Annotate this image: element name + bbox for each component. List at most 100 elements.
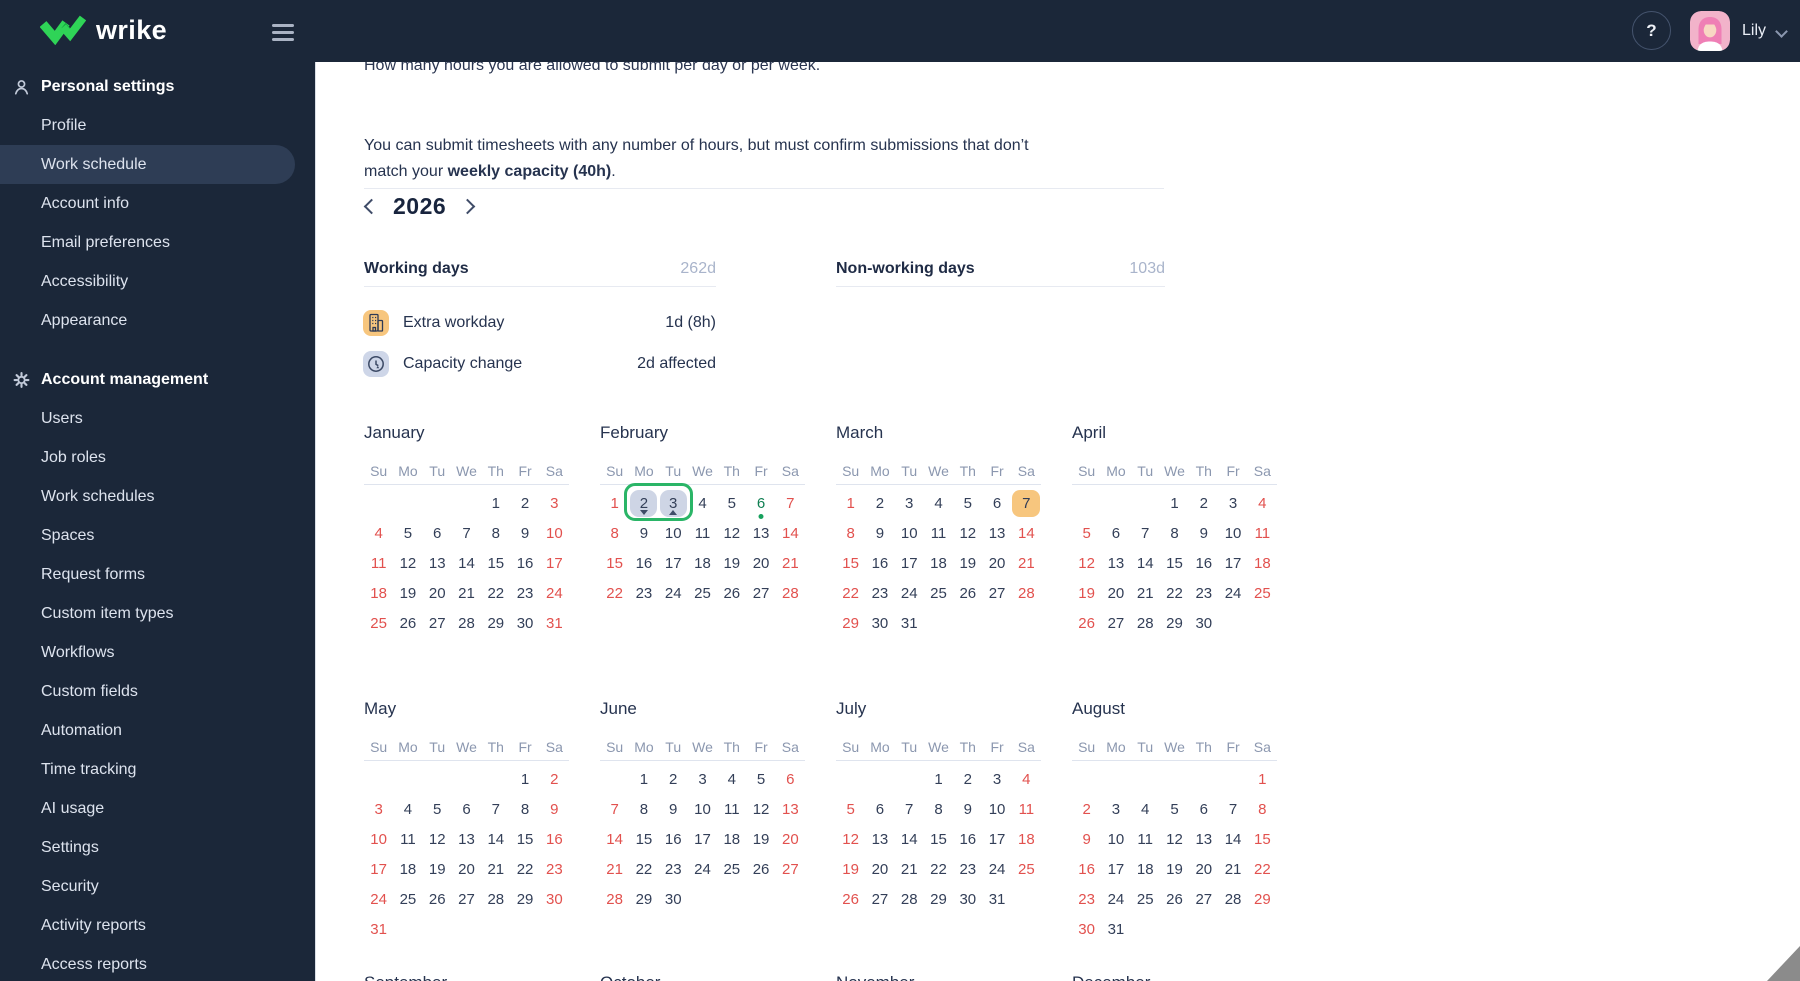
day-cell[interactable]: 15 xyxy=(836,548,865,578)
day-cell[interactable]: 25 xyxy=(364,608,393,638)
sidebar-item-custom-item-types[interactable]: Custom item types xyxy=(0,594,315,633)
day-cell[interactable]: 29 xyxy=(924,884,953,914)
day-cell[interactable]: 2 xyxy=(659,764,688,794)
day-cell[interactable]: 19 xyxy=(393,578,422,608)
day-cell[interactable]: 20 xyxy=(776,824,805,854)
day-cell[interactable]: 26 xyxy=(717,578,746,608)
day-cell[interactable]: 24 xyxy=(1218,578,1247,608)
day-cell[interactable]: 3 xyxy=(659,488,688,518)
sidebar-item-time-tracking[interactable]: Time tracking xyxy=(0,750,315,789)
day-cell[interactable]: 5 xyxy=(1160,794,1189,824)
day-cell[interactable]: 8 xyxy=(1160,518,1189,548)
day-cell[interactable]: 9 xyxy=(629,518,658,548)
day-cell[interactable]: 14 xyxy=(481,824,510,854)
day-cell[interactable]: 24 xyxy=(982,854,1011,884)
day-cell[interactable]: 26 xyxy=(1160,884,1189,914)
sidebar-item-work-schedule[interactable]: Work schedule xyxy=(0,145,295,184)
day-cell[interactable]: 31 xyxy=(364,914,393,944)
day-cell[interactable]: 9 xyxy=(1189,518,1218,548)
day-cell[interactable]: 5 xyxy=(953,488,982,518)
day-cell[interactable]: 26 xyxy=(746,854,775,884)
day-cell[interactable]: 11 xyxy=(364,548,393,578)
day-cell[interactable]: 8 xyxy=(510,794,539,824)
day-cell[interactable]: 5 xyxy=(393,518,422,548)
help-icon[interactable]: ? xyxy=(1632,11,1671,50)
day-cell[interactable]: 22 xyxy=(1248,854,1277,884)
day-cell[interactable]: 4 xyxy=(1248,488,1277,518)
day-cell[interactable]: 8 xyxy=(1248,794,1277,824)
today-cell[interactable]: 6 xyxy=(746,488,775,518)
sidebar-item-work-schedules[interactable]: Work schedules xyxy=(0,477,315,516)
day-cell[interactable]: 10 xyxy=(1218,518,1247,548)
day-cell[interactable]: 12 xyxy=(746,794,775,824)
day-cell[interactable]: 10 xyxy=(364,824,393,854)
day-cell[interactable]: 15 xyxy=(600,548,629,578)
day-cell[interactable]: 6 xyxy=(423,518,452,548)
day-cell[interactable]: 7 xyxy=(600,794,629,824)
day-cell[interactable]: 24 xyxy=(895,578,924,608)
day-cell[interactable]: 6 xyxy=(1101,518,1130,548)
day-cell[interactable]: 13 xyxy=(865,824,894,854)
day-cell[interactable]: 4 xyxy=(924,488,953,518)
day-cell[interactable]: 25 xyxy=(1131,884,1160,914)
day-cell[interactable]: 6 xyxy=(1189,794,1218,824)
day-cell[interactable]: 27 xyxy=(1189,884,1218,914)
sidebar-section-personal-settings[interactable]: Personal settings xyxy=(0,67,315,106)
day-cell[interactable]: 26 xyxy=(1072,608,1101,638)
day-cell[interactable]: 19 xyxy=(1072,578,1101,608)
day-cell[interactable]: 21 xyxy=(600,854,629,884)
day-cell[interactable]: 12 xyxy=(423,824,452,854)
day-cell[interactable]: 24 xyxy=(540,578,569,608)
day-cell[interactable]: 22 xyxy=(1160,578,1189,608)
day-cell[interactable]: 14 xyxy=(600,824,629,854)
day-cell[interactable]: 23 xyxy=(865,578,894,608)
day-cell[interactable]: 20 xyxy=(982,548,1011,578)
day-cell[interactable]: 21 xyxy=(481,854,510,884)
day-cell[interactable]: 23 xyxy=(953,854,982,884)
day-cell[interactable]: 16 xyxy=(540,824,569,854)
day-cell[interactable]: 28 xyxy=(481,884,510,914)
sidebar-item-job-roles[interactable]: Job roles xyxy=(0,438,315,477)
day-cell[interactable]: 17 xyxy=(688,824,717,854)
day-cell[interactable]: 10 xyxy=(659,518,688,548)
day-cell[interactable]: 22 xyxy=(924,854,953,884)
avatar[interactable] xyxy=(1690,11,1730,51)
day-cell[interactable]: 27 xyxy=(452,884,481,914)
day-cell[interactable]: 10 xyxy=(1101,824,1130,854)
day-cell[interactable]: 3 xyxy=(1218,488,1247,518)
capacity-change-row[interactable]: Capacity change 2d affected xyxy=(363,350,716,377)
day-cell[interactable]: 1 xyxy=(1160,488,1189,518)
day-cell[interactable]: 4 xyxy=(1131,794,1160,824)
day-cell[interactable]: 1 xyxy=(924,764,953,794)
day-cell[interactable]: 22 xyxy=(510,854,539,884)
day-cell[interactable]: 27 xyxy=(423,608,452,638)
day-cell[interactable]: 30 xyxy=(865,608,894,638)
day-cell[interactable]: 7 xyxy=(895,794,924,824)
day-cell[interactable]: 2 xyxy=(540,764,569,794)
day-cell[interactable]: 21 xyxy=(1012,548,1041,578)
day-cell[interactable]: 19 xyxy=(953,548,982,578)
day-cell[interactable]: 14 xyxy=(452,548,481,578)
day-cell[interactable]: 24 xyxy=(364,884,393,914)
sidebar-item-spaces[interactable]: Spaces xyxy=(0,516,315,555)
day-cell[interactable]: 20 xyxy=(452,854,481,884)
day-cell[interactable]: 6 xyxy=(452,794,481,824)
day-cell[interactable]: 17 xyxy=(659,548,688,578)
menu-icon[interactable] xyxy=(272,24,294,41)
day-cell[interactable]: 16 xyxy=(510,548,539,578)
day-cell[interactable]: 27 xyxy=(865,884,894,914)
day-cell[interactable]: 3 xyxy=(895,488,924,518)
next-year-button[interactable] xyxy=(459,198,476,214)
day-cell[interactable]: 18 xyxy=(717,824,746,854)
sidebar-item-accessibility[interactable]: Accessibility xyxy=(0,262,315,301)
day-cell[interactable]: 21 xyxy=(895,854,924,884)
day-cell[interactable]: 12 xyxy=(393,548,422,578)
day-cell[interactable]: 5 xyxy=(836,794,865,824)
day-cell[interactable]: 30 xyxy=(510,608,539,638)
day-cell[interactable]: 23 xyxy=(540,854,569,884)
day-cell[interactable]: 3 xyxy=(540,488,569,518)
day-cell[interactable]: 19 xyxy=(836,854,865,884)
day-cell[interactable]: 13 xyxy=(1189,824,1218,854)
day-cell[interactable]: 17 xyxy=(1101,854,1130,884)
day-cell[interactable]: 28 xyxy=(776,578,805,608)
